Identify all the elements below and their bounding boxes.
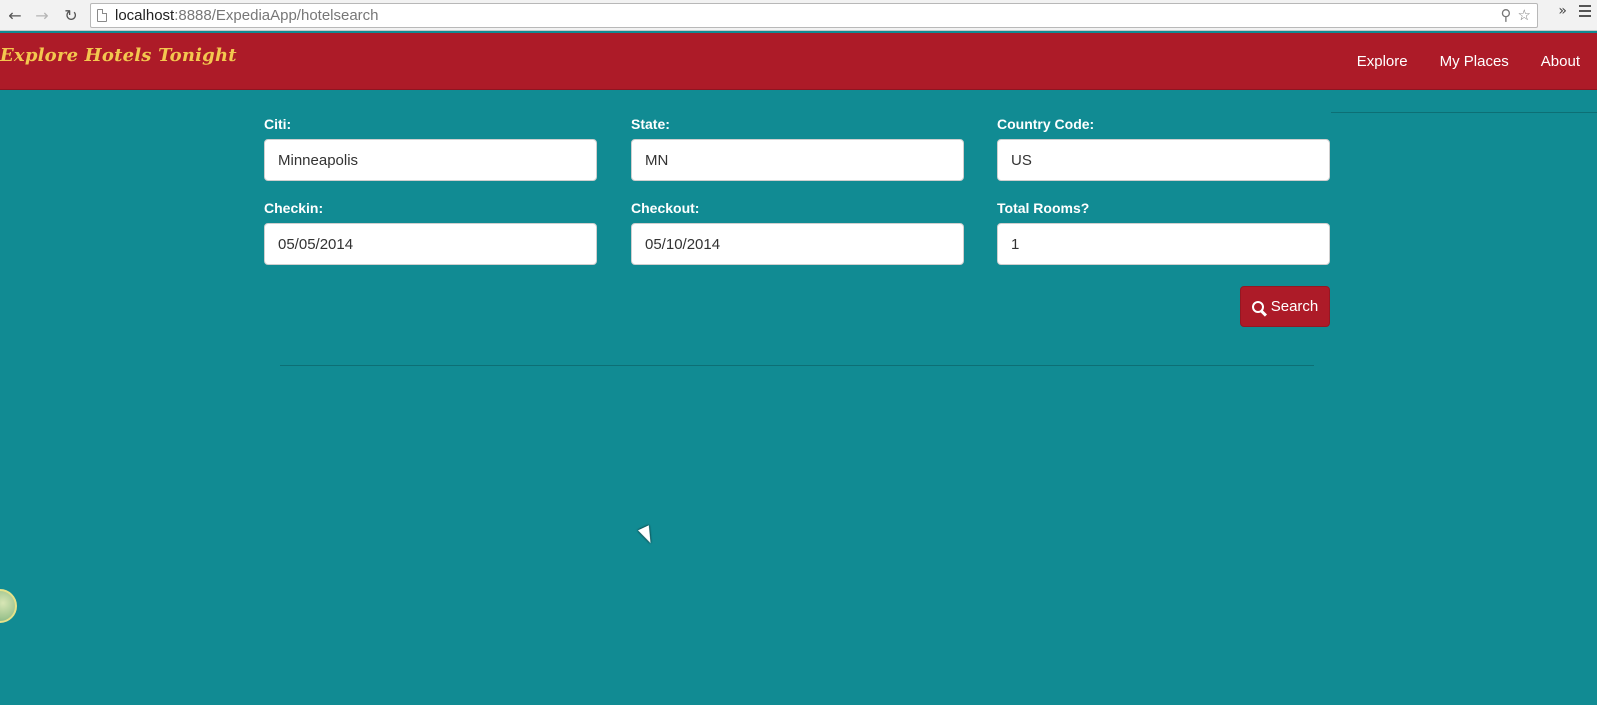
mouse-cursor-icon	[637, 525, 657, 546]
checkout-input[interactable]	[631, 223, 964, 265]
forward-arrow-icon[interactable]: →	[29, 2, 55, 28]
checkout-label: Checkout:	[631, 200, 700, 216]
search-button[interactable]: Search	[1240, 286, 1330, 327]
nav-links: Explore My Places About	[1341, 53, 1580, 70]
total-rooms-input[interactable]	[997, 223, 1330, 265]
state-label: State:	[631, 116, 670, 132]
extensions-overflow-icon[interactable]: »	[1558, 3, 1567, 19]
city-label: Citi:	[264, 116, 292, 132]
content-divider	[280, 365, 1314, 366]
brand-logo[interactable]: Explore Hotels Tonight	[0, 45, 237, 66]
chrome-menu-icon[interactable]	[1579, 5, 1591, 17]
checkin-label: Checkin:	[264, 200, 324, 216]
top-divider	[1331, 112, 1597, 113]
browser-toolbar: ← → ↻ localhost:8888/ExpediaApp/hotelsea…	[0, 0, 1597, 31]
page-icon	[97, 9, 107, 22]
url-path: :8888/ExpediaApp/hotelsearch	[174, 7, 379, 24]
back-arrow-icon[interactable]: ←	[2, 2, 28, 28]
city-input[interactable]	[264, 139, 597, 181]
navbar: Explore Hotels Tonight Explore My Places…	[0, 33, 1597, 90]
bookmark-star-icon[interactable]: ☆	[1518, 6, 1531, 24]
zoom-icon[interactable]: ⚲	[1501, 6, 1512, 24]
checkin-input[interactable]	[264, 223, 597, 265]
nav-link-about[interactable]: About	[1525, 53, 1580, 70]
floating-bubble-icon[interactable]	[0, 589, 17, 623]
state-input[interactable]	[631, 139, 964, 181]
country-code-input[interactable]	[997, 139, 1330, 181]
nav-link-explore[interactable]: Explore	[1341, 53, 1424, 70]
address-bar[interactable]: localhost:8888/ExpediaApp/hotelsearch ⚲ …	[90, 3, 1538, 28]
reload-icon[interactable]: ↻	[58, 2, 84, 28]
url-host: localhost	[115, 7, 175, 24]
search-icon	[1251, 300, 1264, 313]
nav-link-my-places[interactable]: My Places	[1424, 53, 1525, 70]
search-button-label: Search	[1270, 298, 1319, 315]
total-rooms-label: Total Rooms?	[997, 200, 1090, 216]
country-code-label: Country Code:	[997, 116, 1095, 132]
